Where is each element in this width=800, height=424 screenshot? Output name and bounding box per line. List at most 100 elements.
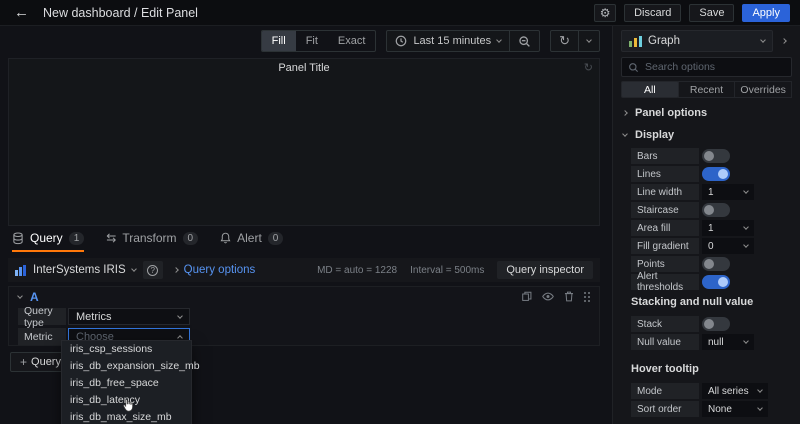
chevron-down-icon <box>496 37 502 43</box>
tab-recent[interactable]: Recent <box>678 81 736 98</box>
size-mode-group: Fill Fit Exact <box>261 30 377 52</box>
refresh-icon: ↻ <box>559 33 570 49</box>
fill-gradient-select[interactable]: 0 <box>702 238 754 254</box>
line-width-value: 1 <box>708 187 714 198</box>
tab-transform[interactable]: ⇆ Transform 0 <box>106 231 198 252</box>
sidebar-collapse-button[interactable] <box>776 30 792 52</box>
mode-select[interactable]: All series <box>702 383 768 399</box>
datasource-row: InterSystems IRIS ? Query options MD = a… <box>8 258 600 282</box>
metric-option[interactable]: iris_csp_sessions <box>62 341 191 358</box>
query-row-header[interactable]: A <box>9 287 599 306</box>
sort-order-select[interactable]: None <box>702 401 768 417</box>
help-icon: ? <box>147 265 158 276</box>
eye-icon[interactable] <box>542 292 554 301</box>
save-button[interactable]: Save <box>689 4 734 22</box>
area-fill-label: Area fill <box>631 220 699 236</box>
panel-preview: Panel Title ↻ <box>8 58 600 226</box>
back-arrow-icon: ← <box>14 4 29 21</box>
add-query-label: Query <box>31 356 61 368</box>
apply-button[interactable]: Apply <box>742 4 790 22</box>
size-mode-fill[interactable]: Fill <box>262 31 296 51</box>
query-ref-id: A <box>30 290 39 304</box>
chevron-right-icon <box>173 267 179 273</box>
stacking-section-title: Stacking and null value <box>631 296 792 310</box>
bars-toggle[interactable] <box>702 149 730 163</box>
datasource-help-button[interactable]: ? <box>143 261 163 279</box>
option-row-lines: Lines <box>631 166 792 182</box>
sort-order-value: None <box>708 404 732 415</box>
size-mode-fit[interactable]: Fit <box>296 31 328 51</box>
option-row-line-width: Line width 1 <box>631 184 792 200</box>
stack-toggle[interactable] <box>702 317 730 331</box>
line-width-label: Line width <box>631 184 699 200</box>
chevron-down-icon <box>177 313 183 319</box>
duplicate-icon[interactable] <box>522 291 532 302</box>
search-options-input[interactable] <box>645 61 785 73</box>
null-value-select[interactable]: null <box>702 334 754 350</box>
interval-info: Interval = 500ms <box>410 265 484 276</box>
panel-settings-button[interactable]: ⚙ <box>594 4 616 22</box>
options-tabs: All Recent Overrides <box>621 81 792 98</box>
alert-thresholds-label: Alert thresholds <box>631 274 699 290</box>
query-type-select[interactable]: Metrics <box>68 308 190 325</box>
chevron-down-icon <box>743 224 749 230</box>
tab-alert-count: 0 <box>268 232 284 245</box>
query-options-toggle[interactable]: Query options <box>174 264 256 276</box>
metric-option[interactable]: iris_db_free_space <box>62 375 191 392</box>
option-row-stack: Stack <box>631 316 792 332</box>
tab-query[interactable]: Query 1 <box>12 231 84 252</box>
max-data-points-info: MD = auto = 1228 <box>317 265 397 276</box>
query-options-label: Query options <box>184 264 256 276</box>
display-title: Display <box>635 129 674 141</box>
zoom-out-button[interactable] <box>509 30 540 52</box>
panel-refresh-icon: ↻ <box>584 61 593 74</box>
graph-viz-icon <box>629 36 642 47</box>
line-width-select[interactable]: 1 <box>702 184 754 200</box>
discard-button[interactable]: Discard <box>624 4 681 22</box>
clock-icon <box>395 35 407 47</box>
tab-transform-count: 0 <box>183 232 199 245</box>
sort-order-label: Sort order <box>631 401 699 417</box>
query-editor-card: A Query type Metrics Metric Choose <box>8 286 600 346</box>
option-row-null-value: Null value null <box>631 334 792 350</box>
option-row-staircase: Staircase <box>631 202 792 218</box>
zoom-out-icon <box>518 35 531 48</box>
time-range-picker[interactable]: Last 15 minutes <box>386 30 510 52</box>
datasource-logo-icon <box>15 265 26 276</box>
tab-alert[interactable]: Alert 0 <box>220 231 283 252</box>
area-fill-select[interactable]: 1 <box>702 220 754 236</box>
options-sidebar: Graph All Recent Overrides Panel options… <box>612 26 800 424</box>
transform-icon: ⇆ <box>106 232 116 244</box>
lines-toggle[interactable] <box>702 167 730 181</box>
section-display[interactable]: Display <box>623 128 792 142</box>
drag-handle-icon[interactable] <box>584 292 586 294</box>
tab-overrides[interactable]: Overrides <box>734 81 792 98</box>
tab-transform-label: Transform <box>122 231 176 245</box>
chevron-down-icon <box>757 405 763 411</box>
query-type-label: Query type <box>18 308 66 325</box>
back-button[interactable]: ← <box>10 5 33 20</box>
database-icon <box>12 232 24 245</box>
points-toggle[interactable] <box>702 257 730 271</box>
fill-gradient-value: 0 <box>708 241 714 252</box>
refresh-interval-dropdown[interactable] <box>578 30 600 52</box>
panel-header[interactable]: Panel Title ↻ <box>9 59 599 77</box>
plus-icon: + <box>20 355 27 369</box>
chevron-right-icon <box>622 110 628 116</box>
option-row-points: Points <box>631 256 792 272</box>
size-mode-exact[interactable]: Exact <box>328 31 376 51</box>
section-panel-options[interactable]: Panel options <box>623 106 792 120</box>
staircase-toggle[interactable] <box>702 203 730 217</box>
visualization-picker[interactable]: Graph <box>621 30 773 52</box>
query-inspector-button[interactable]: Query inspector <box>497 261 593 279</box>
tab-all[interactable]: All <box>621 81 679 98</box>
metric-option[interactable]: iris_db_expansion_size_mb <box>62 358 191 375</box>
stack-label: Stack <box>631 316 699 332</box>
trash-icon[interactable] <box>564 291 574 302</box>
bars-label: Bars <box>631 148 699 164</box>
time-range-label: Last 15 minutes <box>413 35 491 47</box>
query-type-row: Query type Metrics <box>18 308 599 325</box>
datasource-picker[interactable]: InterSystems IRIS <box>33 264 136 276</box>
refresh-button[interactable]: ↻ <box>550 30 579 52</box>
alert-thresholds-toggle[interactable] <box>702 275 730 289</box>
